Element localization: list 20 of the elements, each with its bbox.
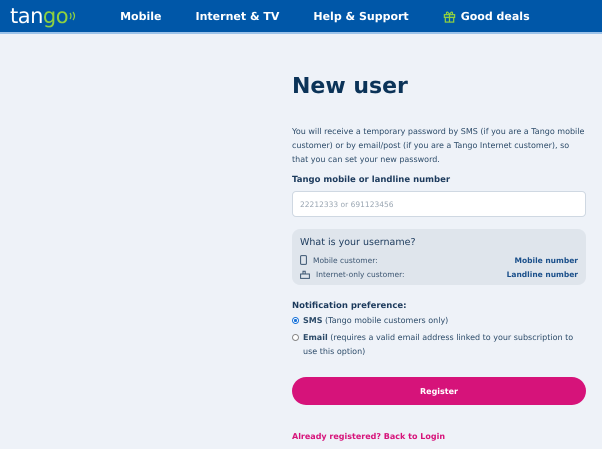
register-button[interactable]: Register — [292, 377, 586, 405]
radio-button[interactable] — [292, 334, 299, 341]
telephone-icon — [300, 270, 310, 279]
radio-option-label: Email (requires a valid email address linked to your subscription to use this option) — [303, 332, 574, 358]
nav-link[interactable]: Internet & TV — [196, 10, 280, 22]
nav-link[interactable]: Help & Support — [313, 10, 409, 22]
panel-title: What is your username? — [300, 237, 417, 248]
field-label: Tango mobile or landline number — [292, 175, 452, 185]
notification-label: Notification preference: — [292, 301, 408, 311]
page-title: New user — [292, 74, 409, 99]
phone-icon — [300, 255, 307, 265]
login-link[interactable]: Already registered? Back to Login — [292, 432, 446, 441]
nav-link[interactable]: Good deals — [442, 10, 530, 22]
nav-link[interactable]: Mobile — [120, 10, 162, 22]
radio-option-label: SMS (Tango mobile customers only) — [303, 315, 448, 327]
logo[interactable]: tango — [10, 4, 76, 28]
radio-button[interactable] — [292, 317, 299, 324]
intro-text: You will receive a temporary password by SMS (if you are a Tango mobile customer) or by email/post (if you are a Tango Internet customer), so that you can set your new password. — [292, 126, 586, 166]
nav-link-label: Good deals — [460, 10, 530, 22]
gift-icon — [442, 10, 456, 22]
